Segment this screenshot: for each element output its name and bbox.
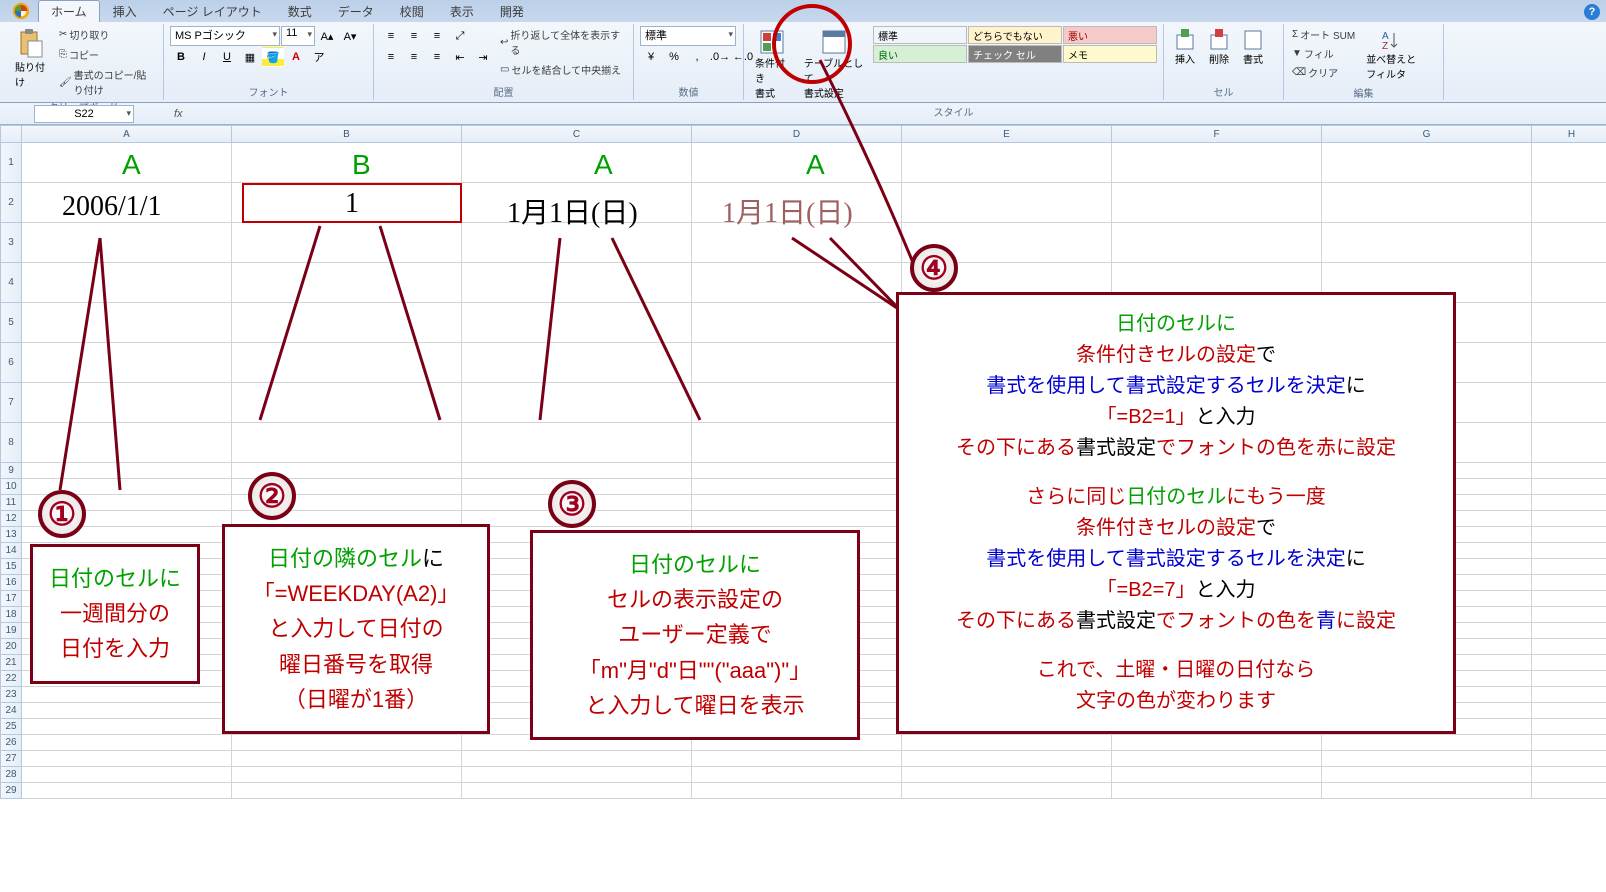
callout-3: 日付のセルに セルの表示設定の ユーザー定義で 「m"月"d"日""("aaa"… bbox=[530, 530, 860, 740]
callout-2: 日付の隣のセルに 「=WEEKDAY(A2)」 と入力して日付の 曜日番号を取得… bbox=[222, 524, 490, 734]
badge-2: ② bbox=[248, 472, 296, 520]
badge-3: ③ bbox=[548, 480, 596, 528]
badge-1: ① bbox=[38, 490, 86, 538]
callout-4: 日付のセルに 条件付きセルの設定で 書式を使用して書式設定するセルを決定に 「=… bbox=[896, 292, 1456, 734]
badge-4: ④ bbox=[910, 244, 958, 292]
callout-1: 日付のセルに 一週間分の 日付を入力 bbox=[30, 544, 200, 684]
